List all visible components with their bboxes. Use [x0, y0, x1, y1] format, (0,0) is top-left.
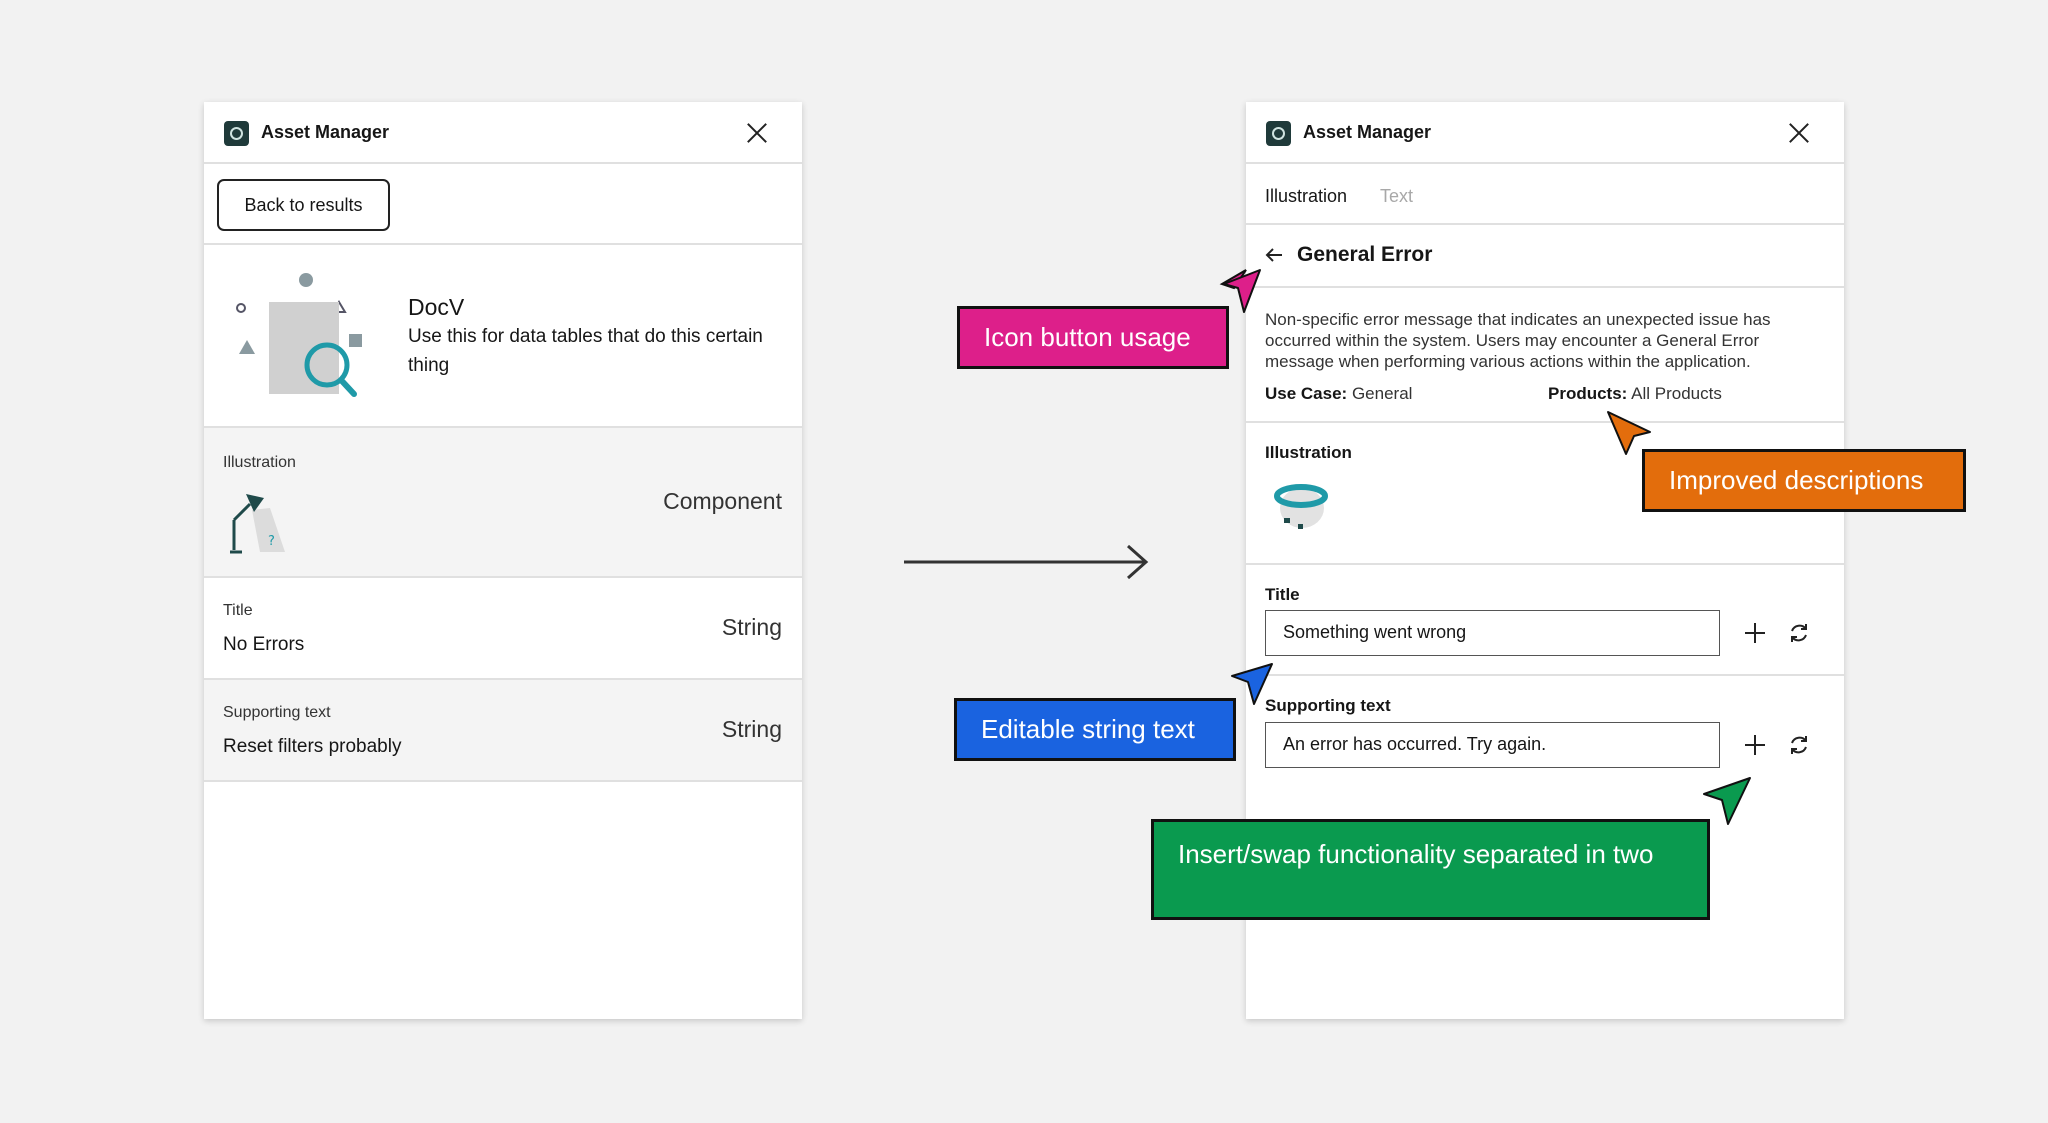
divider	[1246, 421, 1844, 423]
app-logo-icon	[224, 121, 249, 146]
callout-improved-descriptions: Improved descriptions	[1642, 449, 1966, 512]
supporting-text-label: Supporting text	[1265, 696, 1391, 715]
divider	[1246, 674, 1844, 676]
use-case: Use Case: General	[1265, 384, 1412, 404]
supporting-text-input[interactable]: An error has occurred. Try again.	[1265, 722, 1720, 768]
panel-title: Asset Manager	[261, 122, 390, 142]
title-type: String	[721, 614, 782, 640]
insert-plus-icon[interactable]	[1745, 735, 1765, 755]
illustration-label: Illustration	[1265, 443, 1352, 462]
right-arrow-icon	[904, 544, 1149, 580]
lamp-illustration-icon: ?	[230, 494, 285, 554]
swap-icon[interactable]	[1787, 621, 1811, 645]
orange-cursor-icon	[1607, 411, 1651, 455]
illustration-label: Illustration	[223, 454, 296, 471]
title-input[interactable]: Something went wrong	[1265, 610, 1720, 656]
detail-title: General Error	[1297, 243, 1433, 266]
divider	[1246, 563, 1844, 565]
blue-cursor-icon	[1231, 663, 1273, 705]
callout-insert-swap: Insert/swap functionality separated in t…	[1151, 819, 1710, 920]
supporting-text-row[interactable]: Supporting text Reset filters probably S…	[204, 680, 802, 780]
ufo-illustration-icon[interactable]	[1268, 474, 1334, 538]
asset-name: DocV	[408, 294, 465, 320]
illustration-row[interactable]: Illustration ? Component	[204, 428, 802, 577]
products-label: Products:	[1548, 384, 1628, 403]
use-case-value: General	[1351, 384, 1413, 403]
divider	[204, 780, 802, 782]
supporting-text-label: Supporting text	[223, 704, 331, 721]
callout-editable-string-text: Editable string text	[954, 698, 1236, 761]
docv-illustration-icon	[236, 273, 362, 397]
divider	[204, 576, 802, 578]
supporting-text-value[interactable]: Reset filters probably	[223, 736, 401, 758]
title-label: Title	[1265, 585, 1300, 604]
divider	[1246, 223, 1844, 225]
close-icon[interactable]	[1786, 120, 1812, 146]
svg-text:?: ?	[268, 534, 275, 549]
products-value: All Products	[1631, 384, 1722, 403]
close-icon[interactable]	[744, 120, 770, 146]
supporting-text-type: String	[721, 716, 782, 742]
back-arrow-icon[interactable]	[1264, 246, 1284, 264]
divider	[1246, 286, 1844, 288]
divider	[204, 243, 802, 245]
tab-illustration[interactable]: Illustration	[1265, 186, 1347, 207]
use-case-label: Use Case:	[1265, 384, 1348, 403]
pink-cursor-icon	[1223, 269, 1261, 313]
panel-header: Asset Manager	[1246, 102, 1844, 164]
app-logo-icon	[1266, 121, 1291, 146]
insert-plus-icon[interactable]	[1745, 623, 1765, 643]
asset-manager-panel-old: Asset Manager Back to results DocV Use t…	[204, 102, 802, 1019]
products: Products: All Products	[1548, 384, 1722, 404]
illustration-type: Component	[663, 488, 782, 514]
panel-header: Asset Manager	[204, 102, 802, 164]
callout-icon-button-usage: Icon button usage	[957, 306, 1229, 369]
swap-icon[interactable]	[1787, 733, 1811, 757]
title-value[interactable]: No Errors	[223, 634, 304, 656]
green-cursor-icon	[1703, 777, 1751, 825]
error-description: Non-specific error message that indicate…	[1265, 310, 1771, 371]
title-label: Title	[223, 602, 253, 619]
tab-text[interactable]: Text	[1380, 186, 1413, 207]
asset-description: Use this for data tables that do this ce…	[408, 326, 763, 376]
back-to-results-button[interactable]: Back to results	[217, 179, 390, 231]
panel-title: Asset Manager	[1303, 122, 1432, 142]
